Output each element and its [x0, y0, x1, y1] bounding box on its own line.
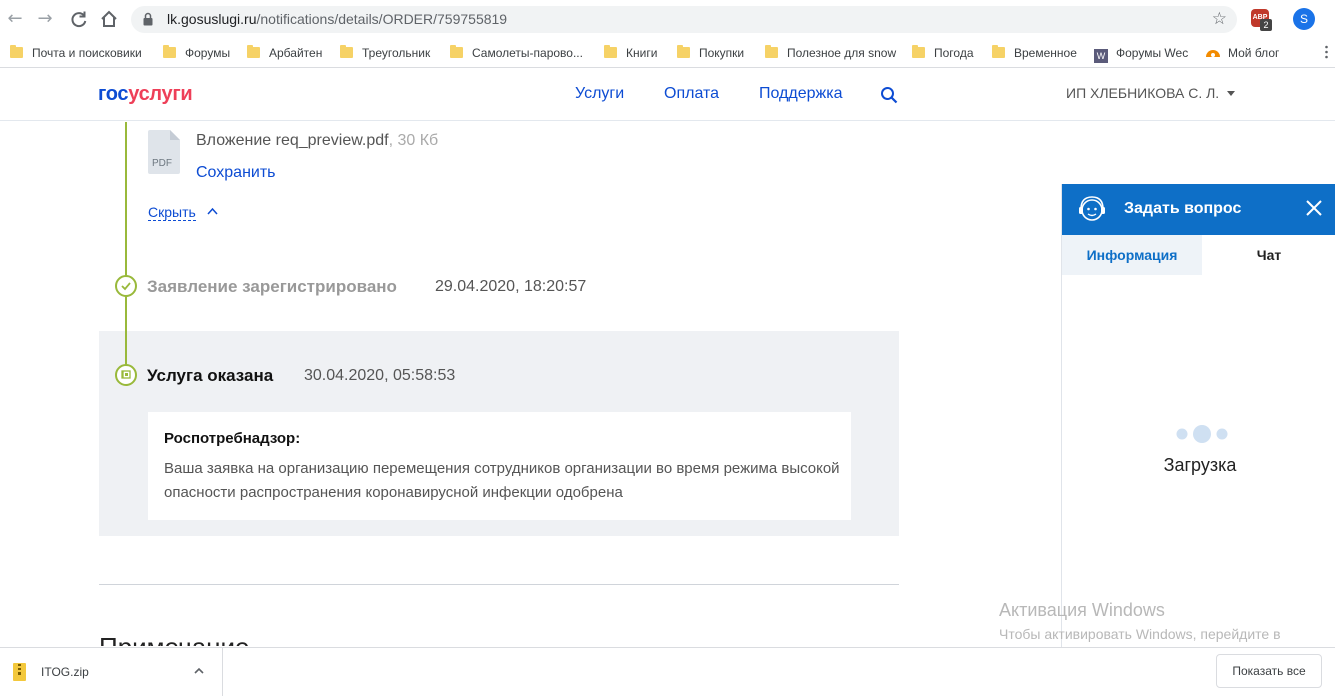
address-bar[interactable]: lk.gosuslugi.ru/notifications/details/OR…	[131, 6, 1237, 33]
download-separator	[222, 648, 223, 696]
status-date: 30.04.2020, 05:58:53	[304, 367, 456, 384]
bookmark-item[interactable]: Временное	[992, 44, 1077, 62]
home-icon[interactable]	[98, 8, 120, 30]
attachment-size: , 30 Кб	[388, 132, 439, 149]
profile-avatar[interactable]: S	[1293, 8, 1315, 30]
folder-icon	[604, 45, 617, 58]
bookmark-item[interactable]: Мой блог	[1205, 44, 1279, 62]
gosuslugi-logo[interactable]: госуслуги	[98, 83, 193, 106]
caret-down-icon	[1227, 91, 1236, 96]
bookmark-item[interactable]: Полезное для snow	[765, 44, 896, 62]
timeline-line	[125, 122, 127, 367]
attachment-name: Вложение req_preview.pdf, 30 Кб	[196, 132, 439, 149]
status-title: Услуга оказана	[147, 366, 274, 385]
back-icon[interactable]: ←	[4, 8, 26, 30]
chat-title: Задать вопрос	[1124, 200, 1242, 217]
nav-payment[interactable]: Оплата	[664, 85, 719, 103]
chat-header: Задать вопрос	[1062, 184, 1335, 235]
folder-icon	[10, 45, 23, 58]
folder-icon	[677, 45, 690, 58]
folder-icon	[992, 45, 1005, 58]
status-date: 29.04.2020, 18:20:57	[435, 278, 587, 295]
loading-text: Загрузка	[1163, 455, 1237, 475]
chevron-up-icon[interactable]	[193, 665, 205, 677]
site-header: госуслуги Услуги Оплата Поддержка ИП ХЛЕ…	[0, 69, 1335, 121]
bookmark-item[interactable]: Книги	[604, 44, 657, 62]
hide-details-link[interactable]: Скрыть	[148, 204, 196, 221]
pdf-file-icon[interactable]: PDF	[148, 130, 180, 174]
nav-services[interactable]: Услуги	[575, 85, 624, 103]
chevron-up-icon[interactable]	[207, 207, 218, 215]
bookmark-item[interactable]: Покупки	[677, 44, 744, 62]
user-menu[interactable]: ИП ХЛЕБНИКОВА С. Л.	[1066, 85, 1236, 101]
download-file-name[interactable]: ITOG.zip	[41, 665, 89, 679]
more-bookmarks-icon[interactable]	[1325, 44, 1328, 60]
bookmark-item[interactable]: Арбайтен	[247, 44, 322, 62]
reload-icon[interactable]	[68, 8, 90, 30]
status-title: Заявление зарегистрировано	[147, 277, 397, 296]
folder-icon	[340, 45, 353, 58]
forward-icon[interactable]: →	[34, 8, 56, 30]
folder-icon	[912, 45, 925, 58]
save-attachment-link[interactable]: Сохранить	[196, 164, 276, 182]
chat-widget: Задать вопрос Информация Чат Загрузка	[1061, 184, 1335, 647]
bookmark-item[interactable]: W Форумы Wec	[1094, 44, 1188, 63]
folder-icon	[247, 45, 260, 58]
url-text: lk.gosuslugi.ru/notifications/details/OR…	[167, 11, 508, 27]
section-divider	[99, 584, 899, 585]
support-agent-icon	[1079, 196, 1105, 221]
message-text: Ваша заявка на организацию перемещения с…	[164, 460, 840, 501]
folder-icon	[450, 45, 463, 58]
bookmark-item[interactable]: Треугольник	[340, 44, 430, 62]
tab-chat[interactable]: Чат	[1202, 235, 1335, 275]
zip-file-icon	[13, 663, 26, 681]
check-status-icon	[115, 275, 137, 297]
close-icon[interactable]	[1305, 199, 1323, 217]
folder-icon	[765, 45, 778, 58]
bookmark-item[interactable]: Погода	[912, 44, 974, 62]
browser-toolbar: ← → lk.gosuslugi.ru/notifications/detail…	[0, 0, 1335, 38]
blog-icon	[1206, 50, 1220, 57]
nav-support[interactable]: Поддержка	[759, 85, 842, 103]
bookmark-item[interactable]: Форумы	[163, 44, 230, 62]
download-bar: ITOG.zip Показать все	[0, 647, 1335, 696]
notes-heading: Примечание	[99, 630, 250, 646]
w-site-icon: W	[1094, 49, 1108, 63]
bookmark-item[interactable]: Самолеты-парово...	[450, 44, 583, 62]
search-icon[interactable]	[880, 86, 898, 104]
flag-status-icon	[115, 364, 137, 386]
bookmark-item[interactable]: Почта и поисковики	[10, 44, 142, 62]
folder-icon	[163, 45, 176, 58]
adblock-count-badge: 2	[1260, 19, 1272, 31]
loading-spinner-icon	[1176, 425, 1228, 443]
message-card: Роспотребнадзор: Ваша заявка на организа…	[148, 412, 851, 520]
pdf-type-label: PDF	[152, 158, 172, 169]
tab-information[interactable]: Информация	[1062, 235, 1202, 275]
windows-activation-title: Активация Windows	[999, 600, 1165, 620]
lock-icon	[143, 12, 153, 26]
bookmarks-bar: Почта и поисковики Форумы Арбайтен Треуг…	[0, 38, 1335, 68]
message-organization: Роспотребнадзор:	[164, 430, 301, 447]
bookmark-star-icon[interactable]: ☆	[1212, 9, 1227, 29]
show-all-downloads-button[interactable]: Показать все	[1216, 654, 1322, 688]
